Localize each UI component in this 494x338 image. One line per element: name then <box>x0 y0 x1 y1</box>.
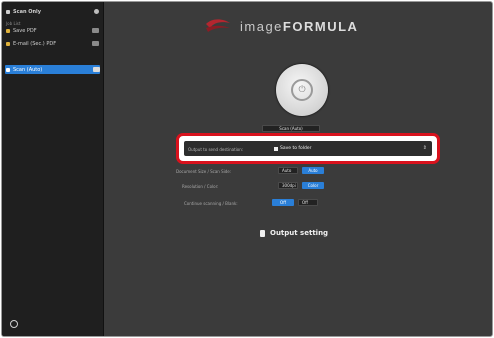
job-name-pill[interactable]: Scan (Auto) <box>262 125 320 132</box>
document-icon <box>6 67 10 72</box>
scan-button[interactable]: ⏻ <box>276 64 328 116</box>
logo: imageFORMULA <box>204 14 404 38</box>
sidebar: Scan Only Job List Save PDF E-mail (Sec.… <box>2 2 104 336</box>
folder-icon <box>274 146 278 151</box>
sidebar-item-email-pdf[interactable]: E-mail (Sec.) PDF <box>6 39 99 48</box>
sidebar-item-label: E-mail (Sec.) PDF <box>13 40 57 47</box>
destination-value-text: Save to folder <box>280 146 312 151</box>
row-value-right[interactable]: Auto <box>302 167 324 174</box>
output-setting-button[interactable]: Output setting <box>260 229 328 237</box>
row-value-right[interactable]: Color <box>302 182 324 189</box>
destination-highlight: Output to send destination: Save to fold… <box>176 133 440 164</box>
output-setting-label: Output setting <box>270 229 329 237</box>
destination-value[interactable]: Save to folder <box>274 146 312 151</box>
folder-icon <box>6 28 10 33</box>
edit-icon[interactable] <box>92 41 99 46</box>
row-value-left[interactable]: Off <box>272 199 294 206</box>
row-label: Document Size / Scan Side: <box>176 169 232 174</box>
mail-icon <box>6 41 10 46</box>
app-window: Scan Only Job List Save PDF E-mail (Sec.… <box>1 1 493 337</box>
document-icon <box>260 229 265 237</box>
edit-icon[interactable] <box>93 67 100 72</box>
main-panel: imageFORMULA ⏻ Scan (Auto) Output to sen… <box>104 2 492 336</box>
row-label: Continue scanning / Blank: <box>184 201 238 206</box>
logo-text-light: image <box>240 18 283 34</box>
gear-icon[interactable] <box>10 320 18 328</box>
sidebar-item-scan-auto[interactable]: Scan (Auto) <box>5 65 100 74</box>
logo-text-bold: FORMULA <box>282 18 359 34</box>
sidebar-item-label: Scan (Auto) <box>13 66 43 73</box>
row-value-left[interactable]: 300dpi <box>278 182 298 189</box>
sidebar-item-save-pdf[interactable]: Save PDF <box>6 26 99 35</box>
row-label: Resolution / Color: <box>182 184 219 189</box>
add-icon[interactable] <box>94 9 99 14</box>
sidebar-header[interactable]: Scan Only <box>6 7 99 16</box>
scan-icon <box>6 9 10 14</box>
logo-mark-icon <box>206 19 230 32</box>
sidebar-item-label: Save PDF <box>13 27 37 34</box>
sidebar-header-label: Scan Only <box>13 8 42 15</box>
edit-icon[interactable] <box>92 28 99 33</box>
row-value-left[interactable]: Auto <box>278 167 298 174</box>
row-value-right[interactable]: Off <box>298 199 318 206</box>
destination-label: Output to send destination: <box>188 147 244 152</box>
destination-row[interactable]: Output to send destination: Save to fold… <box>184 141 432 156</box>
chevron-down-icon[interactable]: ⇕ <box>423 145 427 151</box>
scan-icon: ⏻ <box>291 79 313 101</box>
